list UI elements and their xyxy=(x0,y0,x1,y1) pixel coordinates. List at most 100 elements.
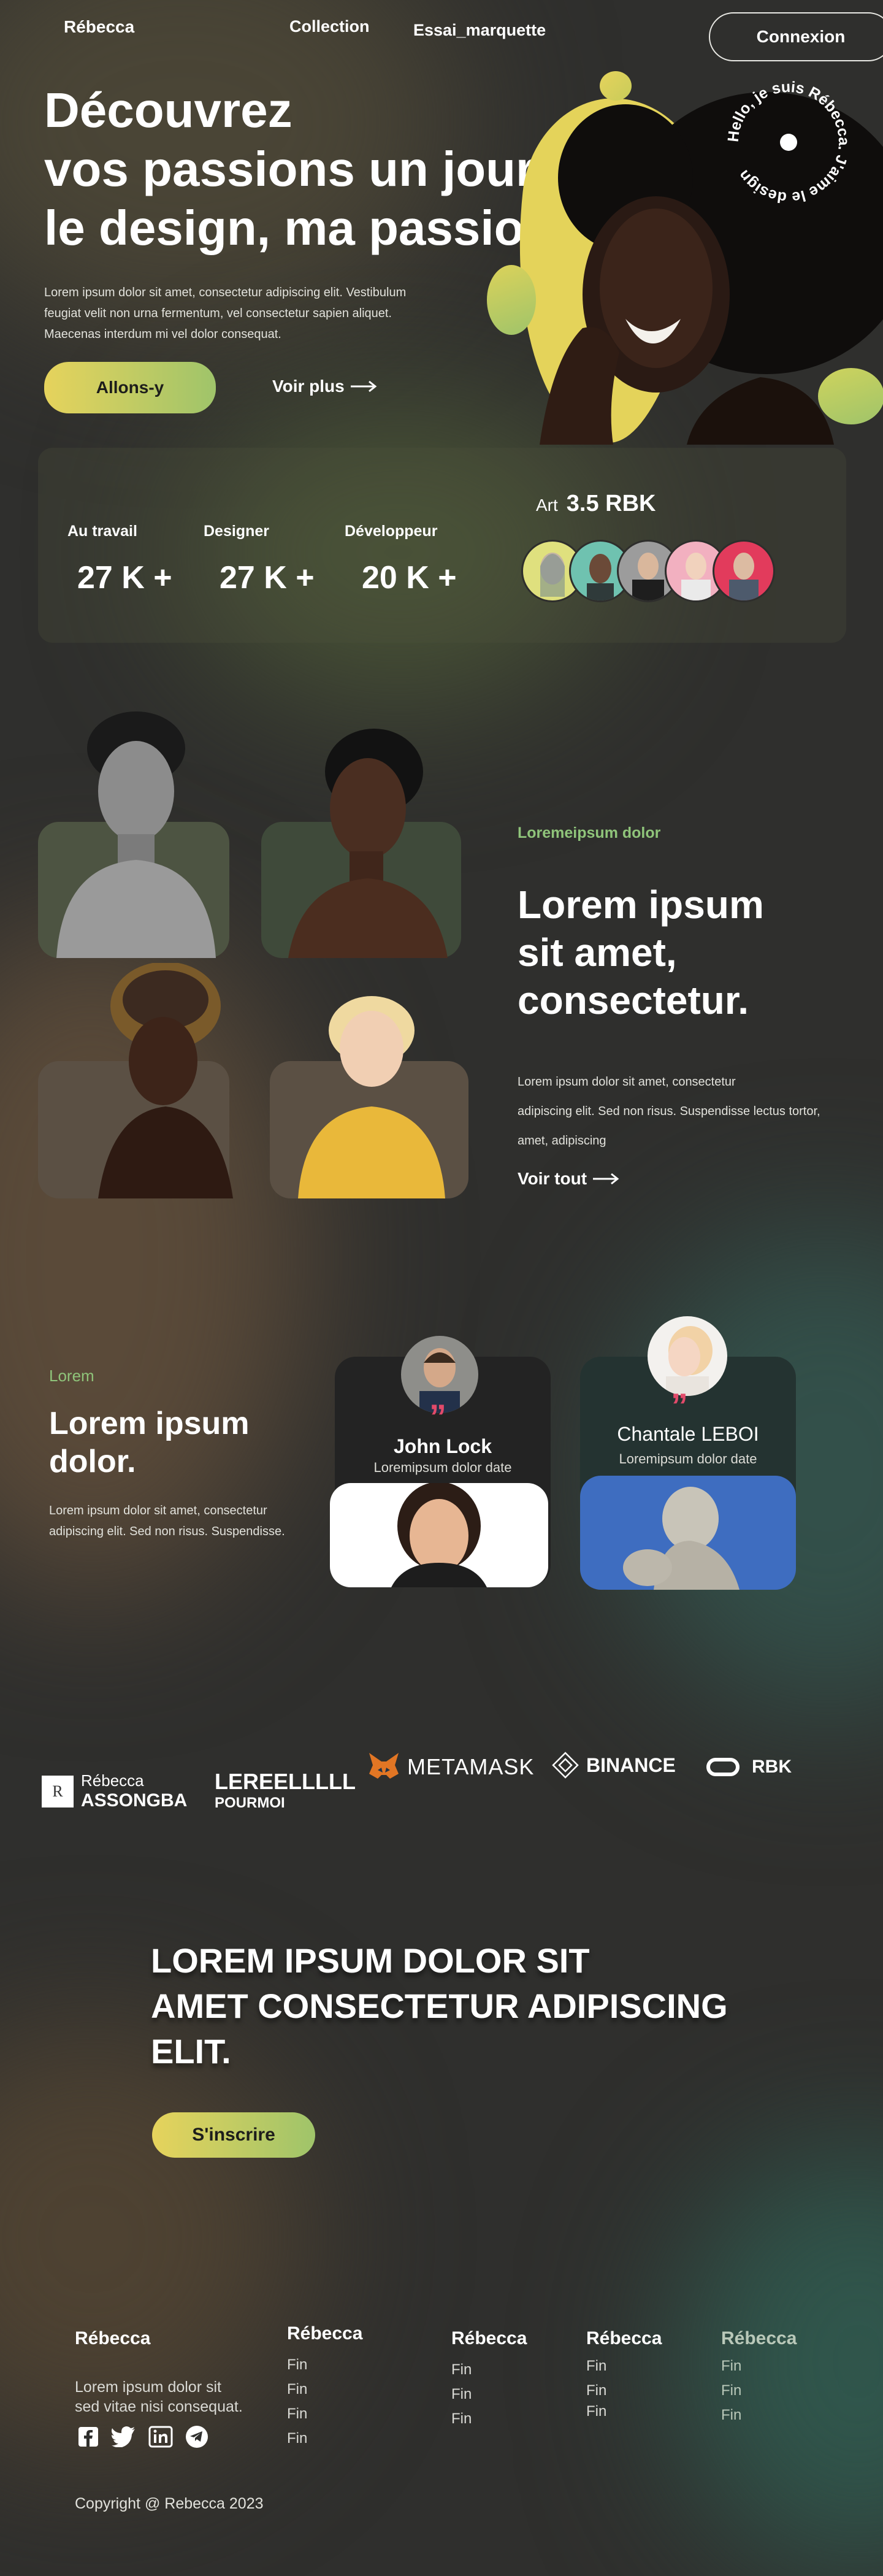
testimonial-name-john: John Lock xyxy=(393,1435,492,1457)
gallery-title: Lorem ipsum sit amet, consectetur. xyxy=(518,881,764,1024)
binance-diamond-icon xyxy=(552,1752,579,1779)
footer-col1-link[interactable]: Fin xyxy=(287,2430,362,2447)
gallery-photo-woman-1 xyxy=(282,729,448,958)
footer-col4-link[interactable]: Fin xyxy=(721,2382,797,2399)
lereel-top: LEREELLLLL xyxy=(215,1769,356,1794)
rbk-pill-icon xyxy=(706,1758,740,1776)
avatar[interactable] xyxy=(713,540,775,602)
gallery-eyebrow: Loremeipsum dolor xyxy=(518,824,661,841)
testimonials-title-line1: Lorem ipsum xyxy=(49,1406,250,1441)
testimonial-photo-statue xyxy=(580,1476,796,1590)
telegram-icon[interactable] xyxy=(185,2425,208,2448)
assongba-mark-letter: R xyxy=(52,1782,63,1800)
cta-heading-line3: ELIT. xyxy=(151,2032,231,2071)
footer-col1-link[interactable]: Fin xyxy=(287,2356,362,2374)
login-label: Connexion xyxy=(756,27,846,46)
metamask-fox-icon xyxy=(369,1753,399,1779)
art-summary: Art 3.5 RBK xyxy=(536,491,656,517)
stat-value-developpeur: 20 K + xyxy=(362,560,457,596)
gallery-title-line1: Lorem ipsum xyxy=(518,883,764,927)
voir-tout-link[interactable]: Voir tout xyxy=(518,1169,621,1189)
hero-text-line2: feugiat velit non urna fermentum, vel co… xyxy=(44,307,392,320)
gallery-photo-woman-3 xyxy=(286,994,455,1198)
cta-allons-y-button[interactable]: Allons-y xyxy=(44,362,216,413)
hero-title: Découvrez vos passions un jour, le desig… xyxy=(44,81,568,258)
quote-mark-icon: ” xyxy=(429,1397,446,1436)
quote-mark-icon: ” xyxy=(671,1386,688,1425)
hello-rotating-badge: Hello, je suis Rébecca. J'aime le design xyxy=(720,74,857,211)
footer-col2-link[interactable]: Fin xyxy=(451,2410,527,2428)
footer-column-1: Rébecca Fin Fin Fin Fin xyxy=(287,2323,362,2447)
assongba-bottom: ASSONGBA xyxy=(81,1790,188,1811)
voir-plus-link[interactable]: Voir plus xyxy=(272,377,379,396)
footer-copyright: Copyright @ Rebecca 2023 xyxy=(75,2495,264,2512)
gallery-text-line1: Lorem ipsum dolor sit amet, consectetur xyxy=(518,1075,736,1089)
gallery-photo-woman-2 xyxy=(98,963,233,1198)
lereel-bottom: POURMOI xyxy=(215,1795,285,1811)
cta-allons-y-label: Allons-y xyxy=(96,378,164,397)
logo-binance[interactable]: BINANCE xyxy=(552,1752,676,1779)
footer-col2-link[interactable]: Fin xyxy=(451,2386,527,2403)
art-label: Art xyxy=(536,496,558,515)
footer-col1-link[interactable]: Fin xyxy=(287,2381,362,2398)
footer-column-3: Rébecca Fin Fin Fin xyxy=(586,2328,662,2420)
testimonial-photo-woman xyxy=(330,1483,548,1587)
assongba-top: Rébecca xyxy=(81,1771,144,1790)
hero-text: Lorem ipsum dolor sit amet, consectetur … xyxy=(44,282,406,345)
voir-tout-label: Voir tout xyxy=(518,1169,587,1188)
stat-label-travail: Au travail xyxy=(67,523,137,540)
testimonials-title: Lorem ipsum dolor. xyxy=(49,1405,250,1481)
arrow-right-icon xyxy=(350,380,377,393)
subscribe-button[interactable]: S'inscrire xyxy=(152,2112,315,2158)
gallery-title-line2: sit amet, xyxy=(518,930,677,975)
footer-text-line2: sed vitae nisi consequat. xyxy=(75,2398,243,2415)
linkedin-icon[interactable] xyxy=(148,2426,173,2448)
hero-text-line3: Maecenas interdum mi vel dolor consequat… xyxy=(44,328,281,341)
arrow-right-icon xyxy=(593,1173,619,1185)
assongba-mark-icon: R xyxy=(42,1775,74,1807)
subscribe-label: S'inscrire xyxy=(192,2125,275,2145)
footer-col3-link[interactable]: Fin xyxy=(586,2403,662,2420)
footer-col3-link[interactable]: Fin xyxy=(586,2358,662,2375)
hero-title-line2: vos passions un jour, xyxy=(44,142,546,196)
testimonials-text-line1: Lorem ipsum dolor sit amet, consectetur xyxy=(49,1504,267,1517)
facebook-icon[interactable] xyxy=(77,2426,99,2448)
footer-col2-link[interactable]: Fin xyxy=(451,2361,527,2379)
stat-value-travail: 27 K + xyxy=(77,560,172,596)
stat-value-designer: 27 K + xyxy=(220,560,315,596)
gallery-text-line3: amet, adipiscing xyxy=(518,1134,606,1148)
nav-link-essai[interactable]: Essai_marquette xyxy=(413,21,546,40)
testimonials-title-line2: dolor. xyxy=(49,1444,136,1479)
footer-col4-link[interactable]: Fin xyxy=(721,2407,797,2424)
testimonial-avatar-chantale xyxy=(648,1316,727,1396)
twitter-icon[interactable] xyxy=(112,2426,136,2447)
footer-col4-title: Rébecca xyxy=(721,2328,797,2348)
rbk-label: RBK xyxy=(752,1757,792,1777)
logo-metamask[interactable]: METAMASK xyxy=(368,1752,534,1782)
login-button[interactable]: Connexion xyxy=(709,12,883,61)
footer-text: Lorem ipsum dolor sit sed vitae nisi con… xyxy=(75,2377,243,2417)
logo-rbk[interactable]: RBK xyxy=(706,1757,792,1777)
testimonial-name-chantale: Chantale LEBOI xyxy=(617,1423,759,1445)
brand-logo[interactable]: Rébecca xyxy=(64,17,134,37)
footer-col1-title: Rébecca xyxy=(287,2323,363,2344)
binance-label: BINANCE xyxy=(586,1754,676,1776)
voir-plus-label: Voir plus xyxy=(272,377,345,396)
gallery-text-line2: adipiscing elit. Sed non risus. Suspendi… xyxy=(518,1105,820,1118)
logo-lereel[interactable]: LEREELLLLL POURMOI xyxy=(215,1769,356,1812)
testimonials-eyebrow: Lorem xyxy=(49,1367,94,1385)
gallery-photo-man xyxy=(56,705,216,958)
cta-heading-line1: LOREM IPSUM DOLOR SIT xyxy=(151,1941,590,1980)
hero-text-line1: Lorem ipsum dolor sit amet, consectetur … xyxy=(44,286,407,299)
footer-col1-link[interactable]: Fin xyxy=(287,2405,362,2423)
footer-col3-link[interactable]: Fin xyxy=(586,2382,662,2399)
gallery-text: Lorem ipsum dolor sit amet, consectetur … xyxy=(518,1067,820,1156)
logo-assongba[interactable]: R Rébecca ASSONGBA xyxy=(42,1771,187,1811)
testimonial-role-john: Loremipsum dolor date xyxy=(373,1460,512,1475)
footer-col3-title: Rébecca xyxy=(586,2328,662,2348)
nav-link-collection[interactable]: Collection xyxy=(289,17,370,36)
footer-col4-link[interactable]: Fin xyxy=(721,2358,797,2375)
hero-title-line3: le design, ma passion. xyxy=(44,201,568,255)
footer-brand: Rébecca xyxy=(75,2328,151,2348)
social-icons xyxy=(77,2425,208,2448)
